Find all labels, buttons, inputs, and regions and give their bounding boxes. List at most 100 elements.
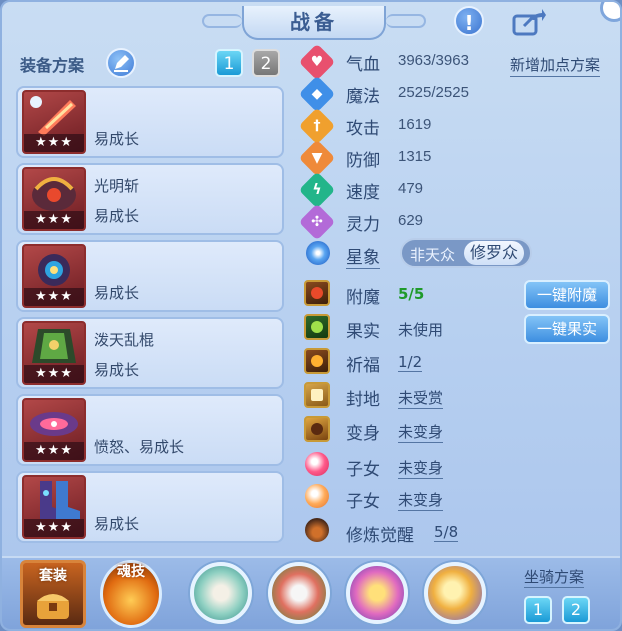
suit-label: 套装 <box>39 568 67 584</box>
constellation-toggle[interactable]: 非天众 修罗众 <box>400 238 532 268</box>
enhance-value[interactable]: 5/8 <box>434 523 459 542</box>
enhance-label: 祈福 <box>346 356 380 376</box>
edit-plan-button[interactable] <box>106 48 136 78</box>
mount-plan-tab-2[interactable]: 2 <box>562 596 590 624</box>
stat-label: 灵力 <box>346 215 380 235</box>
constellation-option-feitian[interactable]: 非天众 <box>410 244 455 265</box>
suit-slot[interactable]: 套装 <box>20 560 86 628</box>
stat-value: 3963/3963 <box>398 52 469 69</box>
stat-mp: ◆ 魔法 2525/2525 <box>298 75 504 113</box>
equipment-list: ★★★ 易成长 ★★★ 光明斩 易成长 ★★★ 易成长 ★★★ 泼天乱棍 易成长… <box>16 86 284 548</box>
enhance-label: 附魔 <box>346 288 380 308</box>
enhance-territory: 封地 未受赏 <box>304 380 524 412</box>
stat-value: 2525/2525 <box>398 84 469 101</box>
enhance-value[interactable]: 未变身 <box>398 421 444 443</box>
equipment-slot-1[interactable]: ★★★ 易成长 <box>16 86 284 158</box>
equipment-attribute: 易成长 <box>94 515 140 533</box>
sword-icon: † <box>298 107 336 145</box>
enhance-label: 变身 <box>346 424 380 444</box>
equipment-slot-6[interactable]: ★★★ 易成长 <box>16 471 284 543</box>
mount-plan-label[interactable]: 坐骑方案 <box>524 566 585 588</box>
skill-orb-4[interactable] <box>424 562 486 624</box>
constellation-row: 星象 非天众 修罗众 <box>304 238 544 270</box>
equipment-attribute: 易成长 <box>94 284 140 302</box>
diamond-icon: ◆ <box>298 75 336 113</box>
boots-icon: ★★★ <box>22 475 86 539</box>
equipment-plan-tab-2[interactable]: 2 <box>252 49 280 77</box>
equipment-plan-label: 装备方案 <box>20 56 85 75</box>
enhance-child-1: 子女 未变身 <box>304 450 524 482</box>
equipment-slot-3[interactable]: ★★★ 易成长 <box>16 240 284 312</box>
one-click-fruit-button[interactable]: 一键果实 <box>524 314 610 344</box>
star-rating: ★★★ <box>24 519 84 537</box>
treasure-chest-icon <box>37 594 69 619</box>
stat-attack: † 攻击 1619 <box>298 107 504 145</box>
soul-skill-slot[interactable]: 魂技 <box>100 560 162 628</box>
star-rating: ★★★ <box>24 134 84 152</box>
skill-orb-3[interactable] <box>346 562 408 624</box>
stat-hp: ♥ 气血 3963/3963 <box>298 43 504 81</box>
constellation-label[interactable]: 星象 <box>346 243 380 269</box>
enhance-label: 子女 <box>346 460 380 480</box>
transform-icon <box>304 416 330 442</box>
blessing-icon <box>304 348 330 374</box>
stat-value: 479 <box>398 180 424 197</box>
equipment-slot-4[interactable]: ★★★ 泼天乱棍 易成长 <box>16 317 284 389</box>
share-icon[interactable] <box>512 8 546 36</box>
stat-value: 629 <box>398 212 424 229</box>
enhance-awaken: 修炼觉醒 5/8 <box>304 516 524 548</box>
skill-orb-1[interactable] <box>190 562 252 624</box>
star-rating: ★★★ <box>24 442 84 460</box>
stat-label: 气血 <box>346 55 380 75</box>
help-icon[interactable]: ! <box>454 6 484 36</box>
belt-icon: ★★★ <box>22 398 86 462</box>
title-ornament-right <box>386 14 426 28</box>
page-title: 战备 <box>242 6 386 40</box>
enhance-value[interactable]: 未变身 <box>398 489 444 511</box>
stat-label: 魔法 <box>346 87 380 107</box>
enhance-value: 5/5 <box>398 285 425 303</box>
child-icon <box>305 452 329 476</box>
enhance-transform: 变身 未变身 <box>304 414 524 446</box>
equipment-name: 光明斩 <box>94 177 140 195</box>
fruit-icon <box>304 314 330 340</box>
enhance-value[interactable]: 未变身 <box>398 457 444 479</box>
enhance-value[interactable]: 1/2 <box>398 353 423 372</box>
star-rating: ★★★ <box>24 365 84 383</box>
mount-plan-tab-1[interactable]: 1 <box>524 596 552 624</box>
star-rating: ★★★ <box>24 211 84 229</box>
enhance-value[interactable]: 未受赏 <box>398 387 444 409</box>
enchant-icon <box>304 280 330 306</box>
enhance-fruit: 果实 未使用 <box>304 312 524 344</box>
battle-prep-panel: 战备 ! 装备方案 1 2 ★★★ 易成长 ★★★ 光明斩 易成长 ★★★ 易成… <box>0 0 622 631</box>
shield-icon: ▼ <box>298 139 336 177</box>
stat-spirit: ✣ 灵力 629 <box>298 203 504 241</box>
close-icon[interactable] <box>600 2 620 22</box>
enhance-enchant: 附魔 5/5 <box>304 278 524 310</box>
helmet-icon: ★★★ <box>22 167 86 231</box>
weapon-icon: ★★★ <box>22 90 86 154</box>
skill-orb-2[interactable] <box>268 562 330 624</box>
heart-icon: ♥ <box>298 43 336 81</box>
enhance-blessing: 祈福 1/2 <box>304 346 524 378</box>
title-ornament-left <box>202 14 242 28</box>
equipment-attribute: 易成长 <box>94 361 140 379</box>
stat-label: 攻击 <box>346 119 380 139</box>
constellation-icon <box>306 241 330 265</box>
child-icon-2 <box>305 484 329 508</box>
pencil-icon <box>114 55 129 72</box>
territory-icon <box>304 382 330 408</box>
stat-value: 1619 <box>398 116 432 133</box>
one-click-enchant-button[interactable]: 一键附魔 <box>524 280 610 310</box>
add-point-plan-link[interactable]: 新增加点方案 <box>510 54 601 77</box>
enhance-child-2: 子女 未变身 <box>304 482 524 514</box>
constellation-option-xiuluo[interactable]: 修罗众 <box>464 241 525 265</box>
equipment-slot-5[interactable]: ★★★ 愤怒、易成长 <box>16 394 284 466</box>
enhance-label: 封地 <box>346 390 380 410</box>
equipment-slot-2[interactable]: ★★★ 光明斩 易成长 <box>16 163 284 235</box>
enhance-label: 修炼觉醒 <box>346 526 414 546</box>
equipment-name: 泼天乱棍 <box>94 331 155 349</box>
stat-defense: ▼ 防御 1315 <box>298 139 504 177</box>
equipment-plan-tab-1[interactable]: 1 <box>215 49 243 77</box>
star-rating: ★★★ <box>24 288 84 306</box>
